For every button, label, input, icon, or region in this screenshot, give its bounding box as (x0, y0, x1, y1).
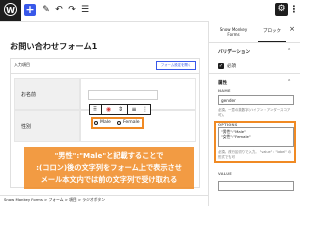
radio-label-female[interactable]: Female (123, 120, 140, 125)
align-icon[interactable]: ≡ (129, 104, 139, 115)
card-divider (10, 73, 200, 74)
pencil-icon[interactable]: ✎ (40, 3, 52, 17)
options-help-text: 必須。改行区切りで入力。 "value" : "label" の形式でも可 (218, 150, 292, 159)
list-view-icon[interactable]: ☰ (79, 3, 91, 17)
annotation-line-2: :(コロン)後の文字列をフォーム上で表示させ (36, 163, 182, 172)
redo-icon[interactable]: ↷ (66, 3, 78, 17)
attributes-heading[interactable]: 属性 (218, 80, 227, 86)
name-help-text: 必須。一意の英数字(ハイフン・アンダースコア可)。 (218, 108, 291, 117)
name-field[interactable]: gender (218, 95, 294, 105)
wordpress-logo[interactable]: W (0, 0, 21, 21)
row-label-gender: 性別 (14, 110, 80, 142)
sidebar-divider (209, 42, 300, 43)
toolbar-separator (101, 104, 102, 115)
chevron-up-icon[interactable]: ⌃ (287, 79, 291, 85)
radio-male[interactable] (94, 121, 98, 125)
page-title[interactable]: お問い合わせフォーム1 (10, 40, 97, 52)
required-label: 必須 (227, 64, 236, 69)
radio-block-icon[interactable]: ◉ (103, 104, 114, 115)
add-block-button[interactable]: + (24, 4, 36, 16)
value-field[interactable] (218, 181, 294, 191)
annotation-line-3: メール本文内では前の文字列で受け取れる (40, 175, 178, 184)
chevron-up-icon[interactable]: ⌃ (287, 48, 291, 54)
annotation-line-1: "男性":"Male"と記載することで (54, 151, 164, 160)
card-title: 入力項目 (14, 62, 30, 67)
name-text-input[interactable] (88, 90, 158, 100)
breadcrumb[interactable]: Snow Monkey Forms > フォーム > 項目 > ラジオボタン (4, 197, 105, 203)
wordpress-icon: W (4, 3, 17, 16)
more-vertical-icon[interactable]: ⋮ (289, 3, 299, 17)
drag-handle-icon[interactable]: ⠿ (90, 104, 100, 115)
radio-female[interactable] (117, 121, 121, 125)
more-options-icon[interactable]: ⋮ (140, 104, 150, 115)
options-textarea[interactable]: "男性":"Male" "女性":"Female" (218, 127, 294, 147)
validation-heading[interactable]: バリデーション (218, 49, 250, 55)
move-arrows-icon[interactable]: ⇕ (115, 104, 126, 115)
sidebar-divider (209, 73, 300, 74)
row-label-name: お名前 (14, 78, 80, 110)
toolbar-separator (127, 104, 128, 115)
name-label: NAME (218, 89, 231, 93)
tab-snow-monkey-forms[interactable]: Snow Monkey Forms (209, 22, 258, 42)
close-icon[interactable]: × (287, 25, 297, 37)
required-checkbox[interactable]: ✓ (218, 63, 224, 69)
radio-label-male[interactable]: Male (100, 120, 111, 125)
undo-icon[interactable]: ↶ (53, 3, 65, 17)
value-label: VALUE (218, 172, 232, 176)
tab-block[interactable]: ブロック (258, 22, 286, 42)
settings-gear-icon[interactable]: ⚙ (275, 3, 288, 16)
open-form-settings-button[interactable]: フォーム設定を開く (156, 61, 196, 70)
